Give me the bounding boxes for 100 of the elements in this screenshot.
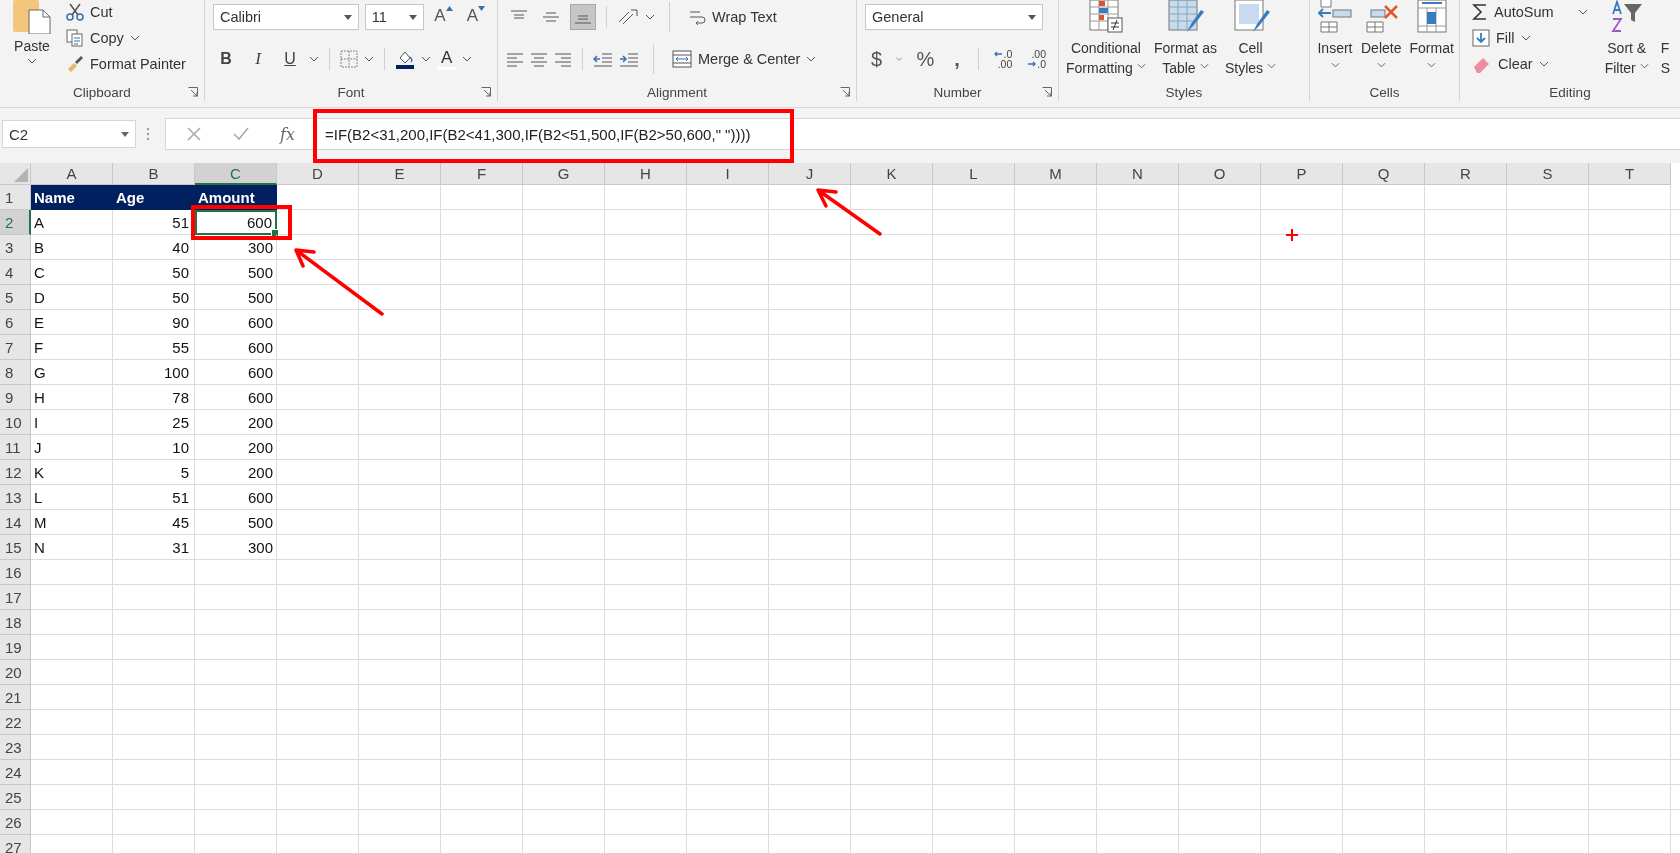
column-header[interactable]: T (1589, 163, 1671, 185)
shrink-font-button[interactable]: A (462, 5, 489, 29)
column-header[interactable]: L (933, 163, 1015, 185)
font-color-button[interactable]: A (437, 48, 457, 70)
dialog-launcher-icon[interactable] (1042, 87, 1052, 98)
table-styles-button[interactable]: Format as Table (1150, 0, 1220, 78)
row-header[interactable]: 11 (0, 435, 31, 460)
row-header[interactable]: 8 (0, 360, 31, 385)
increase-decimal-button[interactable]: .0 .00 (990, 49, 1017, 69)
insert-function-button[interactable]: fx (280, 124, 295, 144)
insert-cells-button[interactable]: Insert (1314, 0, 1356, 78)
number-format-dropdown[interactable]: General (865, 4, 1043, 30)
row-header[interactable]: 5 (0, 285, 31, 310)
caret-icon (1136, 63, 1146, 69)
dialog-launcher-icon[interactable] (481, 87, 491, 98)
name-box[interactable]: C2 (2, 120, 136, 148)
autosum-button[interactable]: AutoSum (1468, 0, 1592, 24)
font-size-dropdown[interactable]: 11 (364, 4, 425, 30)
row-header[interactable]: 2 (0, 210, 31, 235)
column-header[interactable]: F (441, 163, 523, 185)
fill-color-icon[interactable] (395, 49, 415, 69)
row-header[interactable]: 27 (0, 835, 31, 853)
column-header[interactable]: S (1507, 163, 1589, 185)
row-header[interactable]: 6 (0, 310, 31, 335)
decrease-indent-icon[interactable] (593, 51, 613, 67)
cell-styles-button[interactable]: Cell Styles (1221, 0, 1280, 78)
row-header[interactable]: 1 (0, 185, 31, 210)
column-header[interactable]: D (277, 163, 359, 185)
find-select-button[interactable]: F S (1657, 0, 1674, 78)
row-header[interactable]: 21 (0, 685, 31, 710)
increase-indent-icon[interactable] (619, 51, 639, 67)
row-header[interactable]: 25 (0, 785, 31, 810)
cancel-icon[interactable] (186, 126, 202, 142)
format-cells-button[interactable]: Format (1406, 0, 1457, 78)
row-header[interactable]: 18 (0, 610, 31, 635)
grow-font-button[interactable]: A (430, 5, 457, 29)
column-header[interactable]: P (1261, 163, 1343, 185)
row-header[interactable]: 4 (0, 260, 31, 285)
column-header[interactable]: M (1015, 163, 1097, 185)
italic-button[interactable]: I (245, 47, 271, 71)
comma-style-button[interactable]: , (948, 47, 966, 71)
column-header[interactable]: I (687, 163, 769, 185)
paste-button[interactable]: Paste (6, 0, 58, 74)
conditional-styles-button[interactable]: Conditional Formatting (1063, 0, 1149, 78)
column-header[interactable]: G (523, 163, 605, 185)
row-header[interactable]: 12 (0, 460, 31, 485)
decrease-decimal-button[interactable]: .00 .0 (1024, 49, 1050, 69)
row-header[interactable]: 7 (0, 335, 31, 360)
currency-button[interactable]: $ (865, 47, 889, 71)
bold-button[interactable]: B (213, 47, 239, 71)
wrap-text-button[interactable]: Wrap Text (684, 5, 781, 29)
cut-button[interactable]: Cut (62, 0, 190, 24)
dialog-launcher-icon[interactable] (840, 87, 850, 98)
row-header[interactable]: 17 (0, 585, 31, 610)
caret-icon[interactable] (645, 14, 655, 20)
caret-icon[interactable] (309, 56, 319, 62)
dialog-launcher-icon[interactable] (188, 87, 198, 98)
group-label: Cells (1369, 84, 1400, 100)
table-cell: J (31, 435, 113, 460)
row-header[interactable]: 10 (0, 410, 31, 435)
caret-icon[interactable] (462, 56, 473, 62)
column-header[interactable]: A (31, 163, 113, 185)
copy-button[interactable]: Copy (62, 26, 190, 50)
row-header[interactable]: 20 (0, 660, 31, 685)
percent-button[interactable]: % (910, 47, 941, 71)
row-header[interactable]: 22 (0, 710, 31, 735)
column-header[interactable]: C (195, 163, 277, 185)
column-header[interactable]: R (1425, 163, 1507, 185)
row-header[interactable]: 26 (0, 810, 31, 835)
formula-input[interactable]: =IF(B2<31,200,IF(B2<41,300,IF(B2<51,500,IF(B2>50,600," ")))) (324, 125, 751, 143)
row-header[interactable]: 14 (0, 510, 31, 535)
column-header[interactable]: J (769, 163, 851, 185)
row-header[interactable]: 24 (0, 760, 31, 785)
column-header[interactable]: K (851, 163, 933, 185)
row-header[interactable]: 13 (0, 485, 31, 510)
column-header[interactable]: N (1097, 163, 1179, 185)
column-header[interactable]: E (359, 163, 441, 185)
fill-button[interactable]: Fill (1468, 26, 1592, 50)
clear-button[interactable]: Clear (1468, 52, 1592, 76)
row-header[interactable]: 23 (0, 735, 31, 760)
font-family-dropdown[interactable]: Calibri (213, 4, 359, 30)
row-header[interactable]: 15 (0, 535, 31, 560)
sort-filter-button[interactable]: Sort & Filter (1601, 0, 1652, 78)
row-header[interactable]: 9 (0, 385, 31, 410)
underline-button[interactable]: U (277, 47, 303, 71)
caret-icon[interactable] (421, 56, 431, 62)
text-orientation-icon[interactable] (617, 8, 639, 26)
row-header[interactable]: 3 (0, 235, 31, 260)
column-header[interactable]: H (605, 163, 687, 185)
column-header[interactable]: Q (1343, 163, 1425, 185)
format-painter-button[interactable]: Format Painter (62, 52, 190, 76)
row-header[interactable]: 19 (0, 635, 31, 660)
row-header[interactable]: 16 (0, 560, 31, 585)
merge-center-button[interactable]: Merge & Center (668, 47, 821, 71)
enter-check-icon[interactable] (232, 126, 250, 142)
more-options-icon[interactable] (146, 126, 150, 142)
column-header[interactable]: O (1179, 163, 1261, 185)
column-header[interactable]: B (113, 163, 195, 185)
caret-icon[interactable] (364, 56, 374, 62)
delete-cells-button[interactable]: Delete (1358, 0, 1405, 78)
